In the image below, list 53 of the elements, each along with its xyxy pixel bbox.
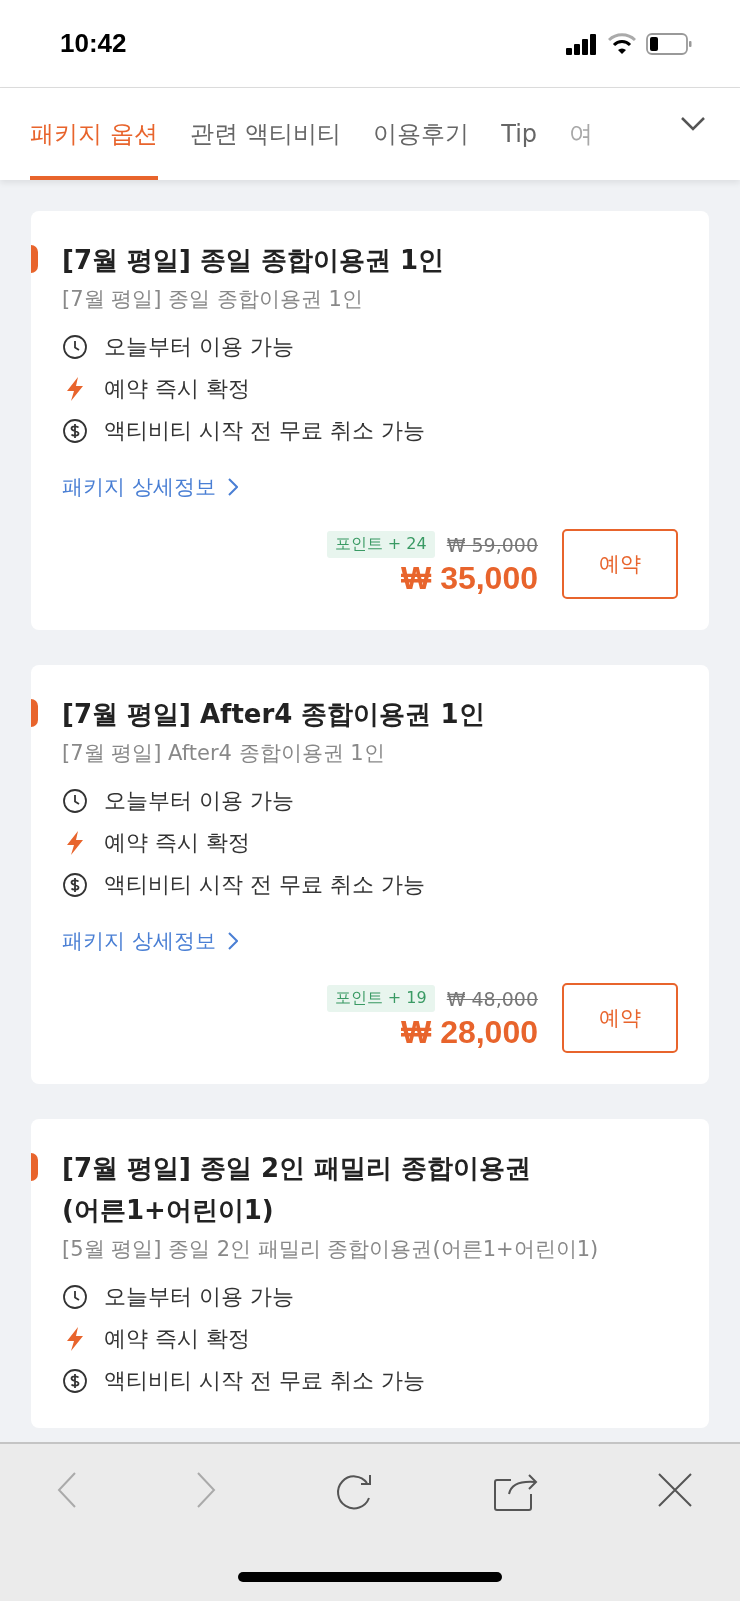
tab[interactable]: 여: [569, 88, 594, 180]
package-subtitle: [7월 평일] 종일 종합이용권 1인: [62, 286, 364, 313]
clock-icon: [62, 334, 88, 360]
points-badge: 포인트 + 24: [326, 531, 435, 558]
dollar-icon: [62, 872, 88, 898]
package-title: [7월 평일] After4 종합이용권 1인: [62, 698, 486, 731]
feature-text: 액티비티 시작 전 무료 취소 가능: [104, 417, 425, 445]
dollar-icon: [62, 418, 88, 444]
battery-icon: [646, 31, 692, 56]
chevron-down-icon[interactable]: [680, 116, 706, 132]
feature-text: 액티비티 시작 전 무료 취소 가능: [104, 871, 425, 899]
tab[interactable]: 관련 액티비티: [189, 88, 342, 180]
feature-text: 예약 즉시 확정: [104, 829, 250, 857]
chevron-right-icon: [227, 478, 238, 496]
package-title: [7월 평일] 종일 종합이용권 1인: [62, 244, 446, 277]
sale-price: ₩ 28,000: [401, 1014, 538, 1051]
feature-text: 예약 즉시 확정: [104, 1325, 250, 1353]
accent-mark: [31, 1153, 38, 1181]
clock-icon: [62, 788, 88, 814]
signal-icon: [566, 32, 598, 55]
package-title: [7월 평일] 종일 2인 패밀리 종합이용권(어른1+어린이1): [62, 1152, 533, 1227]
feature-text: 액티비티 시작 전 무료 취소 가능: [104, 1367, 425, 1395]
feature-text: 오늘부터 이용 가능: [104, 1283, 294, 1311]
book-button[interactable]: 예약: [562, 983, 678, 1053]
book-button[interactable]: 예약: [562, 529, 678, 599]
back-icon: [57, 1472, 77, 1508]
points-badge: 포인트 + 19: [326, 985, 435, 1012]
reload-icon: [334, 1472, 374, 1512]
feature-text: 오늘부터 이용 가능: [104, 787, 294, 815]
share-icon: [492, 1472, 539, 1512]
package-subtitle: [5월 평일] 종일 2인 패밀리 종합이용권(어른1+어린이1): [62, 1236, 600, 1263]
close-icon: [657, 1472, 693, 1508]
feature-text: 오늘부터 이용 가능: [104, 333, 294, 361]
clock-icon: [62, 1284, 88, 1310]
tab[interactable]: 이용후기: [373, 88, 470, 180]
forward-icon: [195, 1472, 216, 1508]
tab[interactable]: 패키지 옵션: [30, 88, 158, 180]
share-button[interactable]: [492, 1472, 539, 1512]
accent-mark: [31, 699, 38, 727]
feature-text: 예약 즉시 확정: [104, 375, 250, 403]
tab[interactable]: Tip: [501, 88, 538, 180]
original-price: ₩ 48,000: [446, 987, 538, 1010]
package-subtitle: [7월 평일] After4 종합이용권 1인: [62, 740, 386, 767]
reload-button[interactable]: [334, 1472, 374, 1512]
accent-mark: [31, 245, 38, 273]
package-detail-link[interactable]: 패키지 상세정보: [62, 927, 238, 955]
wifi-icon: [608, 32, 636, 55]
sale-price: ₩ 35,000: [401, 560, 538, 597]
package-detail-link[interactable]: 패키지 상세정보: [62, 473, 238, 501]
status-time: 10:42: [60, 28, 127, 59]
dollar-icon: [62, 1368, 88, 1394]
original-price: ₩ 59,000: [446, 533, 538, 556]
chevron-right-icon: [227, 932, 238, 950]
